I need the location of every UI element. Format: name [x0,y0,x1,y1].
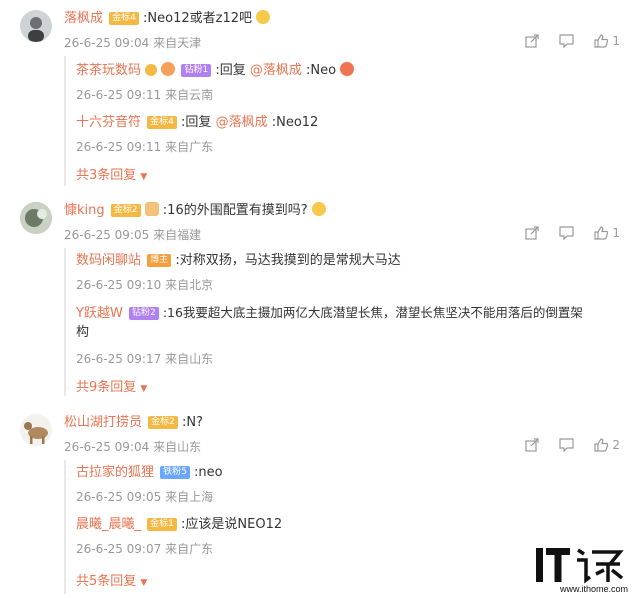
reply-list: 茶茶玩数码 钻粉1 :回复 @落枫成 :Neo 26-6-25 09:11 来自… [64,56,626,186]
mention-link[interactable]: @落枫成 [250,63,302,78]
username[interactable]: 落枫成 [64,11,103,26]
comment-text: :16的外围配置有摸到吗? [162,203,308,218]
reply-text: :Neo12 [271,115,319,130]
location: 来自山东 [165,352,214,366]
location: 来自北京 [165,278,214,292]
timestamp: 26-6-25 09:11 [76,140,162,154]
like-count: 1 [612,34,620,48]
chevron-down-icon: ▼ [140,172,148,182]
level-badge: 金标2 [148,415,178,429]
like-button[interactable]: 1 [594,226,620,240]
share-icon [525,438,539,452]
reply-prefix: :回复 [215,63,246,78]
comment-icon [559,438,574,452]
username[interactable]: Y跃越W [76,306,123,321]
location: 来自广东 [165,542,214,556]
avatar[interactable] [20,10,52,42]
thumbs-up-icon [594,226,609,240]
like-button[interactable]: 1 [594,34,620,48]
share-button[interactable] [525,226,539,240]
watermark-url: www.ithome.com [559,584,628,594]
emoji-icon [340,62,355,76]
comment: 慷king 金标2 :16的外围配置有摸到吗? 26-6-25 09:05 来自… [0,196,640,396]
emoji-icon [311,202,326,216]
username[interactable]: 十六芬音符 [76,115,141,130]
thumbs-up-icon [594,34,609,48]
share-icon [525,226,539,240]
more-replies-link[interactable]: 共9条回复 ▼ [76,376,147,395]
timestamp: 26-6-25 09:05 [64,228,150,242]
level-badge: 金标2 [110,203,141,217]
like-count: 2 [612,438,620,452]
location: 来自天津 [153,36,202,50]
comment: 落枫成 金标4 :Neo12或者z12吧 26-6-25 09:04 来自天津 … [0,0,640,190]
username[interactable]: 慷king [64,203,105,218]
comment-button[interactable] [559,438,574,452]
thumbs-up-icon [594,438,609,452]
timestamp: 26-6-25 09:04 [64,36,150,50]
chevron-down-icon: ▼ [140,578,148,588]
username[interactable]: 数码闲聊站 [76,253,141,268]
reply-text-continued: 构 [76,325,90,340]
blogger-badge: 博主 [147,253,172,267]
timestamp: 26-6-25 09:11 [76,88,162,102]
reply-list: 数码闲聊站 博主 :对称双扬，马达我摸到的是常规大马达 26-6-25 09:1… [64,248,626,396]
username[interactable]: 松山湖打捞员 [64,415,142,430]
timestamp: 26-6-25 09:05 [76,490,162,504]
comment-icon [559,226,574,240]
reply-text: :neo [194,465,223,480]
location: 来自上海 [165,490,214,504]
more-replies-link[interactable]: 共5条回复 ▼ [76,570,147,589]
ithome-logo [536,548,624,584]
fan-badge: 钻粉2 [128,306,159,320]
like-button[interactable]: 2 [594,438,620,452]
verified-icon [145,64,158,76]
mention-link[interactable]: @落枫成 [216,115,268,130]
avatar[interactable] [20,414,52,446]
share-icon [525,34,539,48]
username[interactable]: 茶茶玩数码 [76,63,141,78]
reply-text: :应该是说NEO12 [181,517,283,532]
comment-text: :N? [182,415,204,430]
location: 来自广东 [165,140,214,154]
timestamp: 26-6-25 09:10 [76,278,162,292]
victory-hand-icon [144,202,159,216]
reply-prefix: :回复 [181,115,212,130]
level-badge: 金标4 [147,115,177,129]
fan-badge: 铁粉5 [160,465,190,479]
share-button[interactable] [525,438,539,452]
share-button[interactable] [525,34,539,48]
emoji-icon [256,10,271,24]
comment-button[interactable] [559,226,574,240]
comment-text: :Neo12或者z12吧 [143,11,252,26]
level-badge: 金标1 [147,517,177,531]
comment-icon [559,34,574,48]
reply-text: :16我要超大底主摄加两亿大底潜望长焦，潜望长焦坚决不能用落后的倒置架 [162,305,583,320]
emoji-icon [161,62,176,76]
avatar[interactable] [20,202,52,234]
timestamp: 26-6-25 09:17 [76,352,162,366]
reply-text: :对称双扬，马达我摸到的是常规大马达 [175,253,401,268]
fan-badge: 钻粉1 [181,63,212,77]
comment-button[interactable] [559,34,574,48]
location: 来自山东 [153,440,202,454]
reply-text: :Neo [306,63,337,78]
more-replies-link[interactable]: 共3条回复 ▼ [76,164,147,183]
like-count: 1 [612,226,620,240]
username[interactable]: 晨曦_晨曦_ [76,517,141,532]
chevron-down-icon: ▼ [140,384,148,394]
location: 来自云南 [165,88,214,102]
timestamp: 26-6-25 09:04 [64,440,150,454]
level-badge: 金标4 [109,11,139,25]
location: 来自福建 [153,228,202,242]
username[interactable]: 古拉家的狐狸 [76,465,154,480]
timestamp: 26-6-25 09:07 [76,542,162,556]
